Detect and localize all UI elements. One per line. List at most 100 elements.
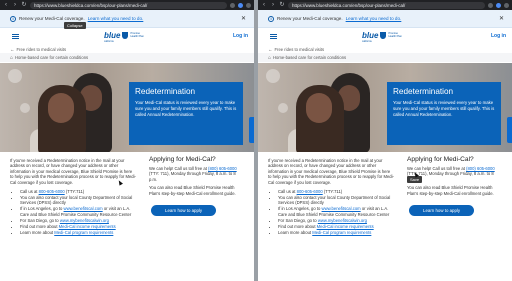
close-icon[interactable]: ✕ — [241, 15, 246, 22]
photo-bokeh — [8, 69, 22, 83]
renewal-alert: i Renew your Medi-Cal coverage. Learn wh… — [0, 10, 254, 29]
list-item: Learn more about Medi-Cal program requir… — [20, 230, 136, 235]
menu-icon[interactable] — [504, 2, 509, 8]
benefitscal-link[interactable]: www.benefitscal.com — [322, 206, 361, 211]
photo-bokeh — [278, 103, 288, 113]
info-icon: i — [10, 15, 16, 22]
redetermination-body: If you've received a Redetermination not… — [10, 158, 136, 236]
redetermination-card: Redetermination Your Medi-Cal status is … — [387, 82, 501, 145]
sub-breadcrumb[interactable]: ⌂ Home-based care for certain conditions — [0, 53, 254, 62]
redetermination-card: Redetermination Your Medi-Cal status is … — [129, 82, 243, 145]
card-title: Redetermination — [393, 87, 454, 96]
phone-link[interactable]: (800) 605-6000 — [208, 166, 237, 171]
phone-link[interactable]: (800) 605-6000 — [466, 166, 495, 171]
logo-subtext: california — [104, 40, 114, 43]
logo-word: blue — [362, 31, 379, 40]
phone-link[interactable]: 800-605-6000 — [297, 189, 323, 194]
sub-breadcrumb-label: Home-based care for certain conditions — [273, 55, 347, 60]
list-item: Find out more about Medi-Cal income requ… — [20, 224, 136, 229]
logo-word: blue — [104, 31, 121, 40]
extension-icon[interactable] — [238, 2, 243, 8]
forward-icon[interactable]: › — [270, 0, 276, 10]
photo-bokeh — [266, 69, 280, 83]
card-title: Redetermination — [135, 87, 196, 96]
close-icon[interactable]: ✕ — [499, 15, 504, 22]
arrow-left-icon: ← — [268, 46, 273, 52]
reload-icon[interactable]: ↻ — [21, 0, 27, 10]
applying-aside: Applying for Medi-Cal? We can help! Call… — [407, 156, 502, 217]
address-bar[interactable]: https://www.blueshieldca.com/en/bsp/our-… — [30, 1, 227, 9]
photo-figure — [306, 93, 332, 123]
photo-bokeh — [20, 103, 30, 113]
alert-link[interactable]: Learn what you need to do. — [88, 16, 144, 21]
help-list: Call us at 800-605-6000 (TTY:711) You ca… — [268, 189, 394, 235]
alert-text: Renew your Medi-Cal coverage. — [277, 16, 343, 21]
login-link[interactable]: Log in — [491, 33, 506, 39]
redetermination-body: If you've received a Redetermination not… — [268, 158, 394, 236]
program-link[interactable]: Medi-Cal program requirements — [54, 230, 113, 235]
list-item: You can also contact your local County D… — [278, 195, 394, 206]
card-text: Your Medi-Cal status is reviewed every y… — [393, 100, 495, 117]
list-item: Find out more about Medi-Cal income requ… — [278, 224, 394, 229]
reload-icon[interactable]: ↻ — [279, 0, 285, 10]
browser-toolbar: ‹ › ↻ https://www.blueshieldca.com/en/bs… — [258, 0, 512, 10]
income-link[interactable]: Medi-Cal income requirements — [317, 224, 374, 229]
help-list: Call us at 800-605-6000 (TTY:711) You ca… — [10, 189, 136, 235]
list-item: Learn more about Medi-Cal program requir… — [278, 230, 394, 235]
card-text: Your Medi-Cal status is reviewed every y… — [135, 100, 237, 117]
sub-breadcrumb[interactable]: ⌂ Home-based care for certain conditions — [258, 53, 512, 62]
list-item: If in Los Angeles, go to www.benefitscal… — [278, 206, 394, 217]
extension-icon[interactable] — [488, 2, 493, 8]
breadcrumb[interactable]: ← Free rides to medical visits — [258, 45, 512, 53]
browser-toolbar: ‹ › ↻ https://www.blueshieldca.com/en/bs… — [0, 0, 254, 10]
hamburger-menu-icon[interactable] — [12, 33, 19, 40]
brand-logo[interactable]: blue Promise Health Plan california — [104, 31, 144, 43]
renewal-alert: i Renew your Medi-Cal coverage. Learn wh… — [258, 10, 512, 28]
hamburger-menu-icon[interactable] — [270, 33, 277, 40]
feedback-tab[interactable] — [507, 117, 512, 143]
alert-link[interactable]: Learn what you need to do. — [346, 16, 402, 21]
browser-pane-right: ‹ › ↻ https://www.blueshieldca.com/en/bs… — [258, 0, 512, 281]
phone-link[interactable]: 800-605-6000 — [39, 189, 65, 194]
site-header: blue Promise Health Plan california Log … — [0, 28, 254, 45]
aside-guide-text: You can also read Blue Shield Promise He… — [149, 185, 236, 196]
arrow-left-icon: ← — [10, 46, 15, 52]
income-link[interactable]: Medi-Cal income requirements — [59, 224, 116, 229]
benefitscal-link[interactable]: www.benefitscal.com — [64, 206, 103, 211]
back-icon[interactable]: ‹ — [3, 0, 9, 10]
list-item: Call us at 800-605-6000 (TTY:711) — [20, 189, 136, 194]
address-bar[interactable]: https://www.blueshieldca.com/en/bsp/our-… — [288, 1, 485, 9]
brand-logo[interactable]: blue Promise Health Plan california — [362, 31, 402, 43]
breadcrumb-label: Free rides to medical visits — [16, 46, 67, 52]
back-icon[interactable]: ‹ — [261, 0, 267, 10]
extension-icon[interactable] — [496, 2, 501, 8]
program-link[interactable]: Medi-Cal program requirements — [312, 230, 371, 235]
mybenefits-link[interactable]: www.mybenefitscalwin.org — [60, 218, 109, 223]
body-paragraph: If you've received a Redetermination not… — [268, 158, 394, 185]
list-item: You can also contact your local County D… — [20, 195, 136, 206]
aside-call-text: We can help! Call us toll free at (800) … — [149, 166, 237, 182]
extension-icon[interactable] — [230, 2, 235, 8]
login-link[interactable]: Log in — [233, 33, 248, 39]
hero-banner: Redetermination Your Medi-Cal status is … — [0, 63, 254, 152]
aside-title: Applying for Medi-Cal? — [149, 156, 216, 163]
photo-figure — [48, 93, 74, 123]
mybenefits-link[interactable]: www.mybenefitscalwin.org — [318, 218, 367, 223]
info-icon: i — [268, 15, 274, 22]
breadcrumb[interactable]: ← Free rides to medical visits — [0, 45, 254, 53]
aside-guide-text: You can also read Blue Shield Promise He… — [407, 185, 494, 196]
logo-tagline: Promise Health Plan — [388, 31, 402, 38]
menu-icon[interactable] — [246, 2, 251, 8]
forward-icon[interactable]: › — [12, 0, 18, 10]
learn-how-to-apply-button[interactable]: Learn how to apply — [409, 205, 475, 217]
home-icon: ⌂ — [268, 54, 272, 61]
site-header: blue Promise Health Plan california Log … — [258, 28, 512, 45]
breadcrumb-label: Free rides to medical visits — [274, 46, 325, 52]
alert-text: Renew your Medi-Cal coverage. — [19, 16, 85, 21]
learn-how-to-apply-button[interactable]: Learn how to apply — [151, 205, 217, 217]
logo-tagline: Promise Health Plan — [130, 31, 144, 38]
list-item: If in Los Angeles, go to www.benefitscal… — [20, 206, 136, 217]
list-item: For San Diego, go to www.mybenefitscalwi… — [278, 218, 394, 223]
split-screen: ‹ › ↻ https://www.blueshieldca.com/en/bs… — [0, 0, 512, 281]
hero-banner: Redetermination Your Medi-Cal status is … — [258, 63, 512, 152]
